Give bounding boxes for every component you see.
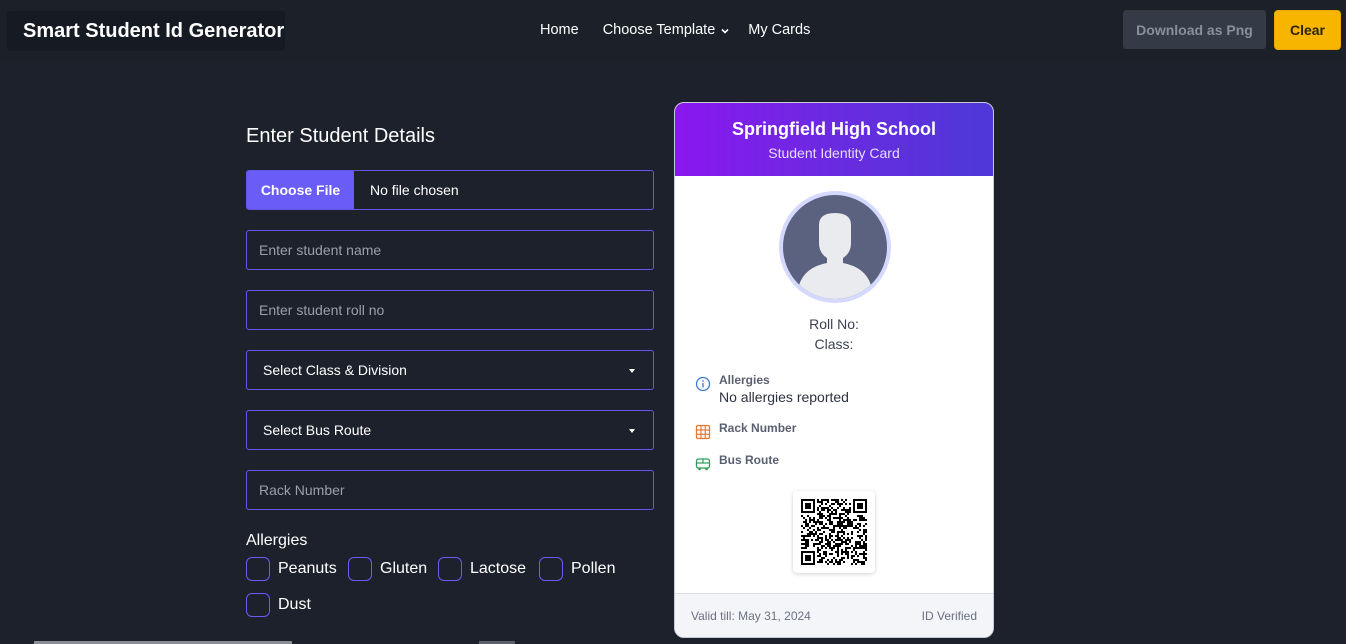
card-subtitle: Student Identity Card xyxy=(768,145,900,161)
clear-button[interactable]: Clear xyxy=(1274,10,1341,50)
card-footer: Valid till: May 31, 2024 ID Verified xyxy=(675,593,993,637)
bus-route-select[interactable]: Select Bus Route xyxy=(246,410,654,450)
info-circle-icon xyxy=(695,376,711,392)
app-title[interactable]: Smart Student Id Generator xyxy=(7,11,285,51)
allergy-checkbox-gluten[interactable]: Gluten xyxy=(348,557,427,581)
rack-title: Rack Number xyxy=(719,421,797,435)
allergy-option-label: Pollen xyxy=(571,560,616,577)
allergy-option-label: Peanuts xyxy=(278,560,337,577)
id-card-preview: Springfield High School Student Identity… xyxy=(674,102,994,638)
allergies-label: Allergies xyxy=(246,532,308,549)
nav-choose-template-label: Choose Template xyxy=(602,22,716,38)
form-title: Enter Student Details xyxy=(246,125,435,147)
file-status-text: No file chosen xyxy=(370,182,459,198)
card-header: Springfield High School Student Identity… xyxy=(675,103,993,176)
nav-choose-template-dropdown[interactable]: Choose Template xyxy=(603,22,731,38)
roll-no-text: Roll No: xyxy=(809,316,859,332)
bus-icon xyxy=(695,458,711,471)
nav-home-link[interactable]: Home xyxy=(540,22,579,38)
rack-number-placeholder: Rack Number xyxy=(259,482,345,498)
bus-route-selected: Select Bus Route xyxy=(263,422,372,438)
student-roll-input[interactable]: Enter student roll no xyxy=(246,290,654,330)
allergy-option-label: Dust xyxy=(278,596,311,613)
allergies-info-row: Allergies No allergies reported xyxy=(695,373,849,405)
rack-number-input[interactable]: Rack Number xyxy=(246,470,654,510)
school-name: Springfield High School xyxy=(732,119,936,139)
class-text: Class: xyxy=(814,336,854,352)
class-division-select[interactable]: Select Class & Division xyxy=(246,350,654,390)
chevron-down-icon xyxy=(721,28,729,34)
qr-code xyxy=(793,491,875,573)
allergy-checkbox-dust[interactable]: Dust xyxy=(246,593,311,617)
download-png-button[interactable]: Download as Png xyxy=(1123,10,1266,49)
photo-file-input[interactable]: Choose File No file chosen xyxy=(246,170,654,210)
allergy-checkbox-pollen[interactable]: Pollen xyxy=(539,557,615,581)
allergy-option-label: Lactose xyxy=(470,560,527,577)
student-roll-placeholder: Enter student roll no xyxy=(259,302,385,318)
checkbox-box[interactable] xyxy=(438,557,462,581)
checkbox-box[interactable] xyxy=(539,557,563,581)
allergies-title: Allergies xyxy=(719,373,770,387)
student-photo xyxy=(779,191,891,303)
choose-file-button[interactable]: Choose File xyxy=(247,171,354,209)
qr-code-icon xyxy=(801,499,867,565)
allergy-checkbox-peanuts[interactable]: Peanuts xyxy=(246,557,337,581)
top-navbar: Smart Student Id Generator Home Choose T… xyxy=(0,0,1346,62)
allergies-value: No allergies reported xyxy=(719,389,849,405)
grid-icon xyxy=(695,424,711,440)
nav-my-cards-link[interactable]: My Cards xyxy=(748,22,810,38)
caret-down-icon xyxy=(629,369,635,373)
checkbox-box[interactable] xyxy=(246,593,270,617)
checkbox-box[interactable] xyxy=(348,557,372,581)
avatar-placeholder-icon xyxy=(783,195,887,299)
rack-info-row: Rack Number xyxy=(695,421,796,440)
student-name-placeholder: Enter student name xyxy=(259,242,382,258)
class-division-selected: Select Class & Division xyxy=(263,362,407,378)
caret-down-icon xyxy=(629,429,635,433)
allergy-option-label: Gluten xyxy=(380,560,428,577)
student-name-input[interactable]: Enter student name xyxy=(246,230,654,270)
valid-till-text: Valid till: May 31, 2024 xyxy=(691,609,811,623)
id-verified-text: ID Verified xyxy=(921,609,977,623)
main-nav: Home Choose Template My Cards xyxy=(540,20,810,40)
bus-route-title: Bus Route xyxy=(719,453,779,467)
checkbox-box[interactable] xyxy=(246,557,270,581)
allergy-checkbox-lactose[interactable]: Lactose xyxy=(438,557,526,581)
bus-info-row: Bus Route xyxy=(695,453,779,472)
